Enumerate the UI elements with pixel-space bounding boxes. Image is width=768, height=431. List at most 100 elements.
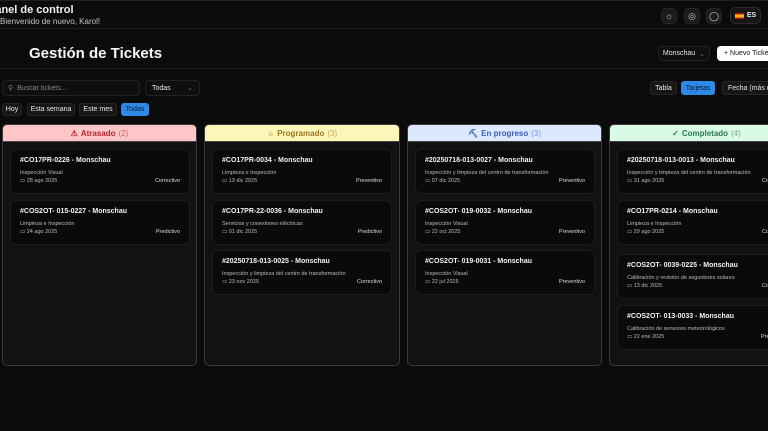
ticket-description: Inspección y limpieza del centro de tran… xyxy=(222,271,346,277)
search-box[interactable]: ⚲ xyxy=(2,80,140,96)
theme-toggle-button[interactable]: ☼ xyxy=(661,8,677,24)
status-icon: ☼ xyxy=(266,128,275,138)
ticket-title: #COS2OT- 015-0227 - Monschau xyxy=(20,208,127,215)
ticket-card[interactable]: #20250718-013-0013 - Monschau Inspección… xyxy=(617,149,768,194)
ticket-card[interactable]: #COS2OT- 013-0033 - Monschau Calibración… xyxy=(617,305,768,350)
ticket-description: Inspección y limpieza del centro de tran… xyxy=(425,170,549,176)
ticket-description: Inspección Visual xyxy=(425,271,468,277)
column-header: ✓ Completado (4) xyxy=(610,125,768,142)
column-header: ☼ Programado (3) xyxy=(205,125,399,142)
status-value: Todas xyxy=(152,84,171,92)
column-count: (4) xyxy=(731,128,741,138)
chat-button[interactable]: ◯ xyxy=(706,8,722,24)
period-week[interactable]: Esta semana xyxy=(27,103,75,116)
period-all[interactable]: Todas xyxy=(121,103,149,116)
column-header: ⚠ Atrasado (2) xyxy=(3,125,196,142)
calendar-icon: ▭ xyxy=(627,283,633,289)
ticket-type: Correctivo xyxy=(761,283,768,289)
calendar-icon: ▭ xyxy=(222,229,228,235)
calendar-icon: ▭ xyxy=(425,178,431,184)
ticket-date: 22 oct 2025 xyxy=(431,229,461,235)
ticket-type: Preventivo xyxy=(559,178,585,184)
page-title: Gestión de Tickets xyxy=(29,45,163,62)
search-icon: ⚲ xyxy=(8,85,14,92)
ticket-type: Preventivo xyxy=(356,178,382,184)
column-title: Completado xyxy=(681,128,729,138)
ticket-title: #COS2OT- 019-0032 - Monschau xyxy=(425,208,532,215)
ticket-date: 24 ago 2025 xyxy=(26,229,58,235)
ticket-type: Correctivo xyxy=(761,178,768,184)
column-count: (3) xyxy=(327,128,338,138)
column-count: (2) xyxy=(118,128,129,138)
ticket-type: Preventivo xyxy=(761,334,768,340)
chevron-down-icon: ⌄ xyxy=(699,50,706,58)
period-today[interactable]: Hoy xyxy=(2,103,22,116)
status-icon: ⚠ xyxy=(70,128,78,138)
ticket-card[interactable]: #CO17PR-0214 - Monschau Limpieza e Inspe… xyxy=(617,200,768,245)
ticket-date: 01 dic 2025 xyxy=(228,229,258,235)
ticket-description: Inspección Visual xyxy=(20,170,63,176)
calendar-icon: ▭ xyxy=(425,279,431,285)
ticket-description: Calibración y revisión de seguidores sol… xyxy=(627,275,735,281)
ticket-card[interactable]: #CO17PR-0226 - Monschau Inspección Visua… xyxy=(10,149,190,194)
ticket-type: Correctivo xyxy=(761,229,768,235)
column-3: ✓ Completado (4) #20250718-013-0013 - Mo… xyxy=(609,124,768,366)
period-month[interactable]: Este mes xyxy=(79,103,117,116)
ticket-date: 22 ene 2025 xyxy=(633,334,665,340)
ticket-card[interactable]: #20250718-013-0027 - Monschau Inspección… xyxy=(415,149,595,194)
language-selector[interactable]: ES xyxy=(730,7,761,24)
ticket-card[interactable]: #COS2OT- 0039-0225 - Monschau Calibració… xyxy=(617,254,768,299)
ticket-title: #20250718-013-0027 - Monschau xyxy=(425,157,533,164)
view-cards-tab[interactable]: Tarjetas xyxy=(681,81,715,95)
calendar-icon: ▭ xyxy=(222,279,228,285)
spain-flag-icon xyxy=(734,12,744,19)
ticket-title: #CO17PR-0034 - Monschau xyxy=(222,157,313,164)
ticket-title: #COS2OT- 019-0031 - Monschau xyxy=(425,258,532,265)
ticket-description: Inspección y limpieza del centro de tran… xyxy=(627,170,751,176)
palette-button[interactable]: ◎ xyxy=(684,8,700,24)
ticket-date: 28 ago 2025 xyxy=(26,178,58,184)
ticket-card[interactable]: #COS2OT- 019-0032 - Monschau Inspección … xyxy=(415,200,595,245)
search-input[interactable] xyxy=(17,84,128,92)
status-icon: ⛏ xyxy=(467,128,479,138)
status-select[interactable]: Todas ⌄ xyxy=(145,80,200,96)
calendar-icon: ▭ xyxy=(627,334,633,340)
page-header: Gestión de Tickets Monschau ⌄ + Nuevo Tic… xyxy=(0,29,768,69)
ticket-type: Preventivo xyxy=(559,229,585,235)
ticket-description: Limpieza e Inspección xyxy=(222,170,277,176)
ticket-date: 07 dic 2025 xyxy=(431,178,461,184)
ticket-card[interactable]: #COS2OT- 015-0227 - Monschau Limpieza e … xyxy=(10,200,190,245)
ticket-title: #COS2OT- 013-0033 - Monschau xyxy=(627,313,734,320)
ticket-title: #CO17PR-22-0036 - Monschau xyxy=(222,208,323,215)
calendar-icon: ▭ xyxy=(20,229,26,235)
ticket-card[interactable]: #20250718-013-0025 - Monschau Inspección… xyxy=(212,250,392,295)
column-count: (3) xyxy=(531,128,542,138)
ticket-description: Limpieza e Inspección xyxy=(20,221,75,227)
ticket-type: Correctivo xyxy=(154,178,180,184)
ticket-card[interactable]: #CO17PR-22-0036 - Monschau Servicios y c… xyxy=(212,200,392,245)
column-title: En progreso xyxy=(481,128,529,138)
top-bar: Panel de control Bienvenido de nuevo, Ka… xyxy=(0,0,768,29)
ticket-card[interactable]: #COS2OT- 019-0031 - Monschau Inspección … xyxy=(415,250,595,295)
ticket-date: 22 jul 2025 xyxy=(431,279,459,285)
new-ticket-button[interactable]: + Nuevo Ticket xyxy=(717,46,768,61)
view-table-tab[interactable]: Tabla xyxy=(650,81,677,95)
ticket-date: 23 nov 2025 xyxy=(228,279,260,285)
chat-icon: ◯ xyxy=(708,10,720,21)
column-title: Atrasado xyxy=(80,128,116,138)
ticket-type: Predictivo xyxy=(357,229,382,235)
calendar-icon: ▭ xyxy=(627,178,633,184)
language-label: ES xyxy=(746,12,757,19)
column-2: ⛏ En progreso (3) #20250718-013-0027 - M… xyxy=(407,124,602,366)
ticket-date: 31 ago 2025 xyxy=(633,178,665,184)
ticket-description: Calibración de sensores meteorológicos xyxy=(627,326,725,332)
ticket-description: Servicios y conexiones eléctricas xyxy=(222,221,303,227)
sort-select[interactable]: Fecha (más reciente) xyxy=(722,81,768,95)
ticket-card[interactable]: #CO17PR-0034 - Monschau Limpieza e Inspe… xyxy=(212,149,392,194)
sun-icon: ☼ xyxy=(664,11,674,21)
site-selector[interactable]: Monschau ⌄ xyxy=(658,46,710,61)
app-title: Panel de control xyxy=(0,4,74,16)
calendar-icon: ▭ xyxy=(425,229,431,235)
palette-icon: ◎ xyxy=(688,10,696,21)
ticket-title: #COS2OT- 0039-0225 - Monschau xyxy=(627,262,738,269)
